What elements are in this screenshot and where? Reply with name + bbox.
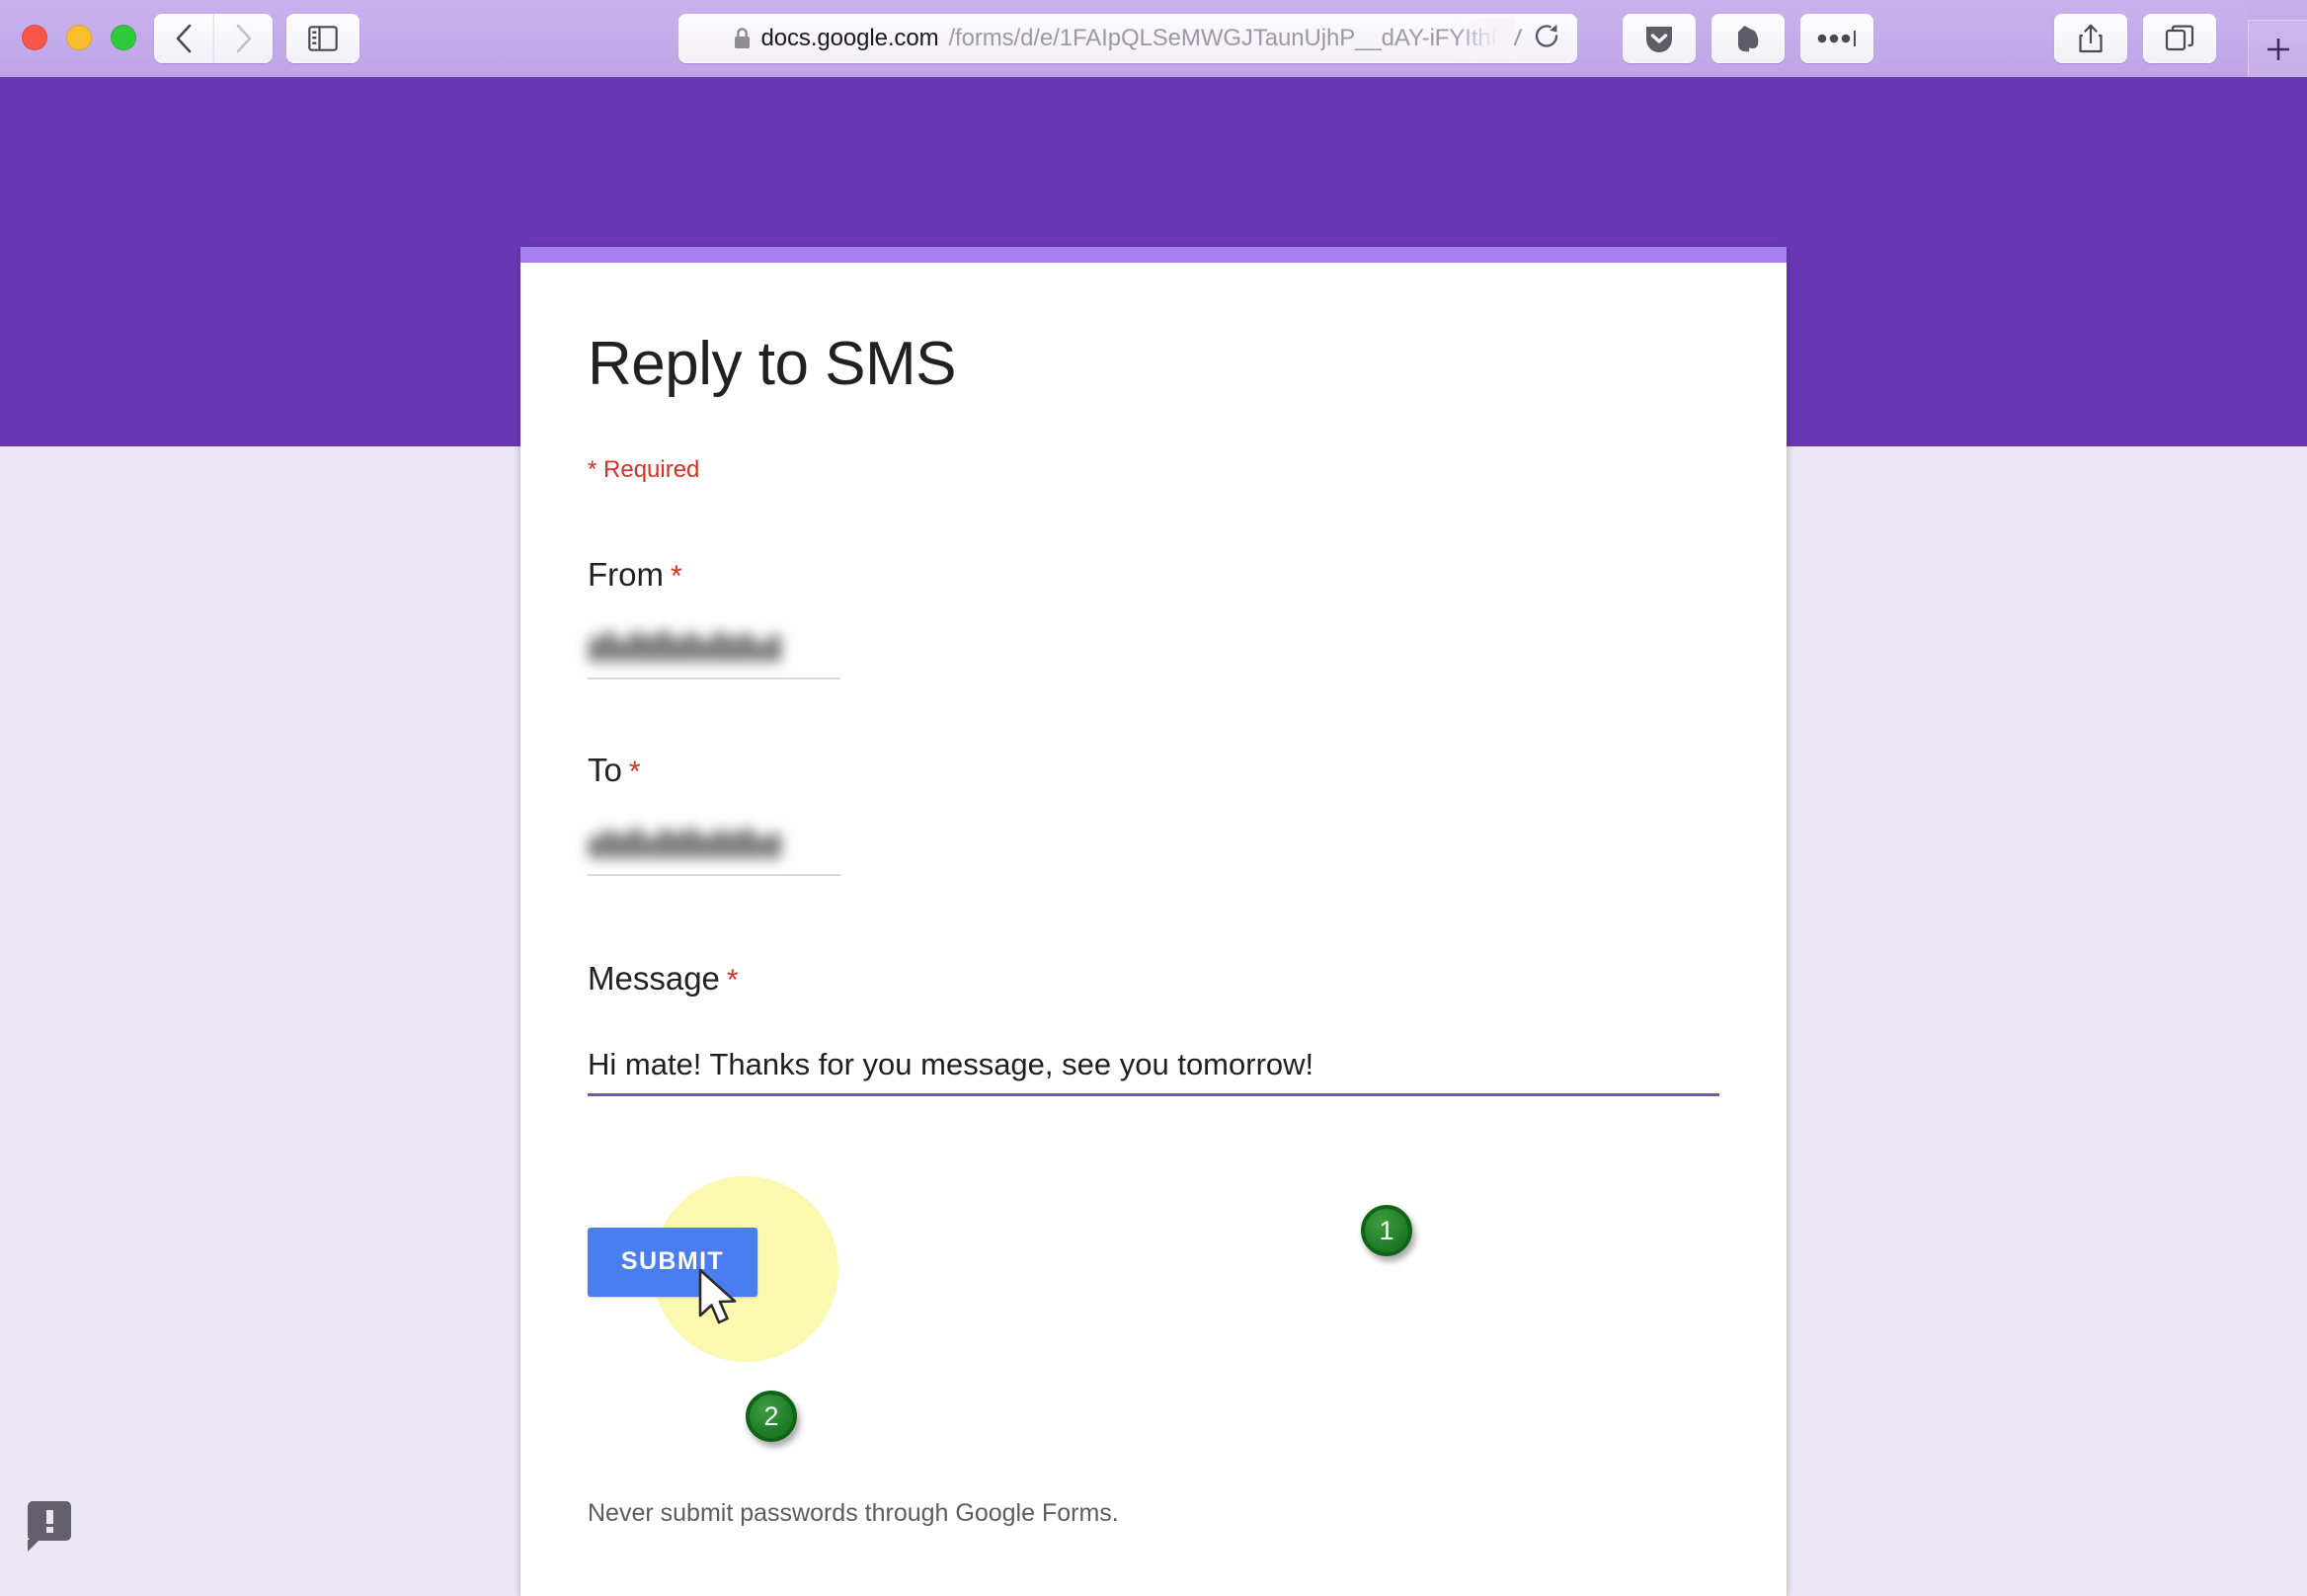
field-to: To * bbox=[588, 752, 1719, 876]
window-controls bbox=[22, 25, 136, 50]
plus-icon bbox=[2267, 38, 2289, 60]
field-label-message: Message * bbox=[588, 959, 1719, 997]
sidebar-icon bbox=[308, 26, 338, 51]
to-underline bbox=[588, 873, 840, 876]
submit-area: SUBMIT bbox=[588, 1175, 1719, 1362]
required-star: * bbox=[671, 560, 682, 593]
pocket-extension-button[interactable] bbox=[1623, 14, 1696, 63]
form-body: Reply to SMS * Required From * To * Mess… bbox=[520, 330, 1787, 1362]
message-underline-focused bbox=[588, 1092, 1719, 1096]
reload-button[interactable] bbox=[1532, 22, 1561, 56]
from-underline bbox=[588, 678, 840, 680]
report-feedback-icon[interactable] bbox=[28, 1501, 71, 1552]
required-star: * bbox=[628, 756, 641, 789]
minimize-window-button[interactable] bbox=[66, 25, 92, 50]
annotation-badge-2: 2 bbox=[746, 1391, 797, 1442]
address-bar[interactable]: docs.google.com/forms/d/e/1FAIpQLSeMWGJT… bbox=[678, 14, 1577, 63]
mouse-cursor bbox=[698, 1268, 737, 1324]
field-label-from: From * bbox=[588, 556, 1719, 593]
tab-overview-icon bbox=[2165, 25, 2194, 51]
from-value-redacted bbox=[590, 628, 793, 663]
footer-note: Never submit passwords through Google Fo… bbox=[588, 1499, 1119, 1527]
url-domain: docs.google.com bbox=[760, 25, 939, 51]
field-label-from-text: From bbox=[588, 556, 664, 593]
card-accent-strip bbox=[520, 247, 1787, 263]
field-label-to-text: To bbox=[588, 752, 622, 789]
pocket-icon bbox=[1646, 27, 1672, 52]
sidebar-toggle-button[interactable] bbox=[286, 14, 359, 63]
message-input[interactable]: Hi mate! Thanks for you message, see you… bbox=[588, 1036, 1719, 1096]
navigation-buttons bbox=[154, 14, 273, 63]
reload-icon bbox=[1535, 24, 1558, 47]
close-window-button[interactable] bbox=[22, 25, 47, 50]
ellipsis-icon bbox=[1817, 31, 1856, 46]
new-tab-button[interactable] bbox=[2248, 20, 2307, 77]
form-title: Reply to SMS bbox=[588, 330, 957, 398]
exclamation-glyph bbox=[45, 1509, 53, 1533]
more-menu-button[interactable] bbox=[1800, 14, 1873, 63]
back-button[interactable] bbox=[154, 14, 213, 63]
field-from: From * bbox=[588, 556, 1719, 680]
maximize-window-button[interactable] bbox=[111, 25, 136, 50]
share-icon bbox=[2079, 24, 2103, 53]
evernote-icon bbox=[1738, 26, 1759, 52]
evernote-extension-button[interactable] bbox=[1711, 14, 1785, 63]
required-note: * Required bbox=[588, 456, 700, 483]
chevron-left-icon bbox=[176, 24, 192, 53]
share-button[interactable] bbox=[2054, 14, 2127, 63]
to-value-redacted bbox=[590, 825, 793, 858]
google-form-card: Reply to SMS * Required From * To * Mess… bbox=[520, 247, 1787, 1596]
url-text: docs.google.com/forms/d/e/1FAIpQLSeMWGJT… bbox=[734, 25, 1523, 52]
annotation-badge-1: 1 bbox=[1361, 1205, 1412, 1256]
to-input[interactable] bbox=[588, 825, 1719, 876]
forward-button[interactable] bbox=[213, 14, 273, 63]
field-label-message-text: Message bbox=[588, 959, 720, 997]
field-message: Message * Hi mate! Thanks for you message… bbox=[588, 959, 1719, 1096]
lock-icon bbox=[735, 28, 751, 48]
browser-chrome: docs.google.com/forms/d/e/1FAIpQLSeMWGJT… bbox=[0, 0, 2307, 77]
required-star: * bbox=[726, 963, 739, 997]
chevron-right-icon bbox=[236, 24, 251, 53]
url-path: /forms/d/e/1FAIpQLSeMWGJTaunUjhP__dAY-iF… bbox=[948, 25, 1523, 51]
page-viewport: Reply to SMS * Required From * To * Mess… bbox=[0, 77, 2307, 1596]
field-label-to: To * bbox=[588, 752, 1719, 789]
from-input[interactable] bbox=[588, 628, 1719, 680]
message-input-value: Hi mate! Thanks for you message, see you… bbox=[588, 1046, 1314, 1081]
tab-overview-button[interactable] bbox=[2143, 14, 2216, 63]
